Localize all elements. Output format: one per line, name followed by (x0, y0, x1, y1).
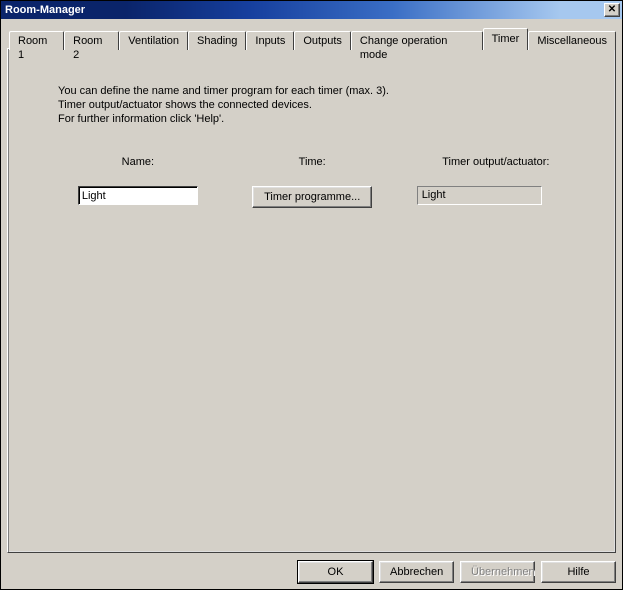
dialog-buttons: OK Abbrechen Übernehmen Hilfe (7, 553, 616, 583)
column-time: Time: Timer programme... (238, 156, 387, 208)
tabstrip: Room 1 Room 2 Ventilation Shading Inputs… (7, 29, 616, 49)
name-input[interactable] (78, 186, 198, 205)
column-output: Timer output/actuator: Light (417, 156, 575, 208)
titlebar: Room-Manager ✕ (1, 1, 622, 19)
tab-shading[interactable]: Shading (188, 31, 246, 50)
cancel-button[interactable]: Abbrechen (379, 561, 454, 583)
apply-button: Übernehmen (460, 561, 535, 583)
tab-outputs[interactable]: Outputs (294, 31, 351, 50)
info-text: You can define the name and timer progra… (58, 84, 575, 126)
header-name: Name: (122, 156, 154, 168)
tab-room2[interactable]: Room 2 (64, 31, 119, 50)
tab-ventilation[interactable]: Ventilation (119, 31, 188, 50)
tab-room1[interactable]: Room 1 (9, 31, 64, 50)
window-title: Room-Manager (5, 4, 604, 16)
tab-inputs[interactable]: Inputs (246, 31, 294, 50)
column-name: Name: (68, 156, 208, 208)
tab-timer[interactable]: Timer (483, 28, 529, 50)
info-line1: You can define the name and timer progra… (58, 85, 389, 97)
header-time: Time: (299, 156, 326, 168)
help-button[interactable]: Hilfe (541, 561, 616, 583)
close-icon[interactable]: ✕ (604, 3, 620, 17)
info-line3: For further information click 'Help'. (58, 113, 224, 125)
columns: Name: Time: Timer programme... Timer out… (58, 156, 575, 208)
tab-miscellaneous[interactable]: Miscellaneous (528, 31, 616, 50)
client-area: Room 1 Room 2 Ventilation Shading Inputs… (1, 19, 622, 589)
tab-change-mode[interactable]: Change operation mode (351, 31, 483, 50)
tab-panel: You can define the name and timer progra… (7, 48, 616, 553)
timer-programme-button[interactable]: Timer programme... (252, 186, 372, 208)
output-display: Light (417, 186, 542, 205)
window: Room-Manager ✕ Room 1 Room 2 Ventilation… (0, 0, 623, 590)
info-line2: Timer output/actuator shows the connecte… (58, 99, 312, 111)
header-output: Timer output/actuator: (442, 156, 549, 168)
ok-button[interactable]: OK (298, 561, 373, 583)
